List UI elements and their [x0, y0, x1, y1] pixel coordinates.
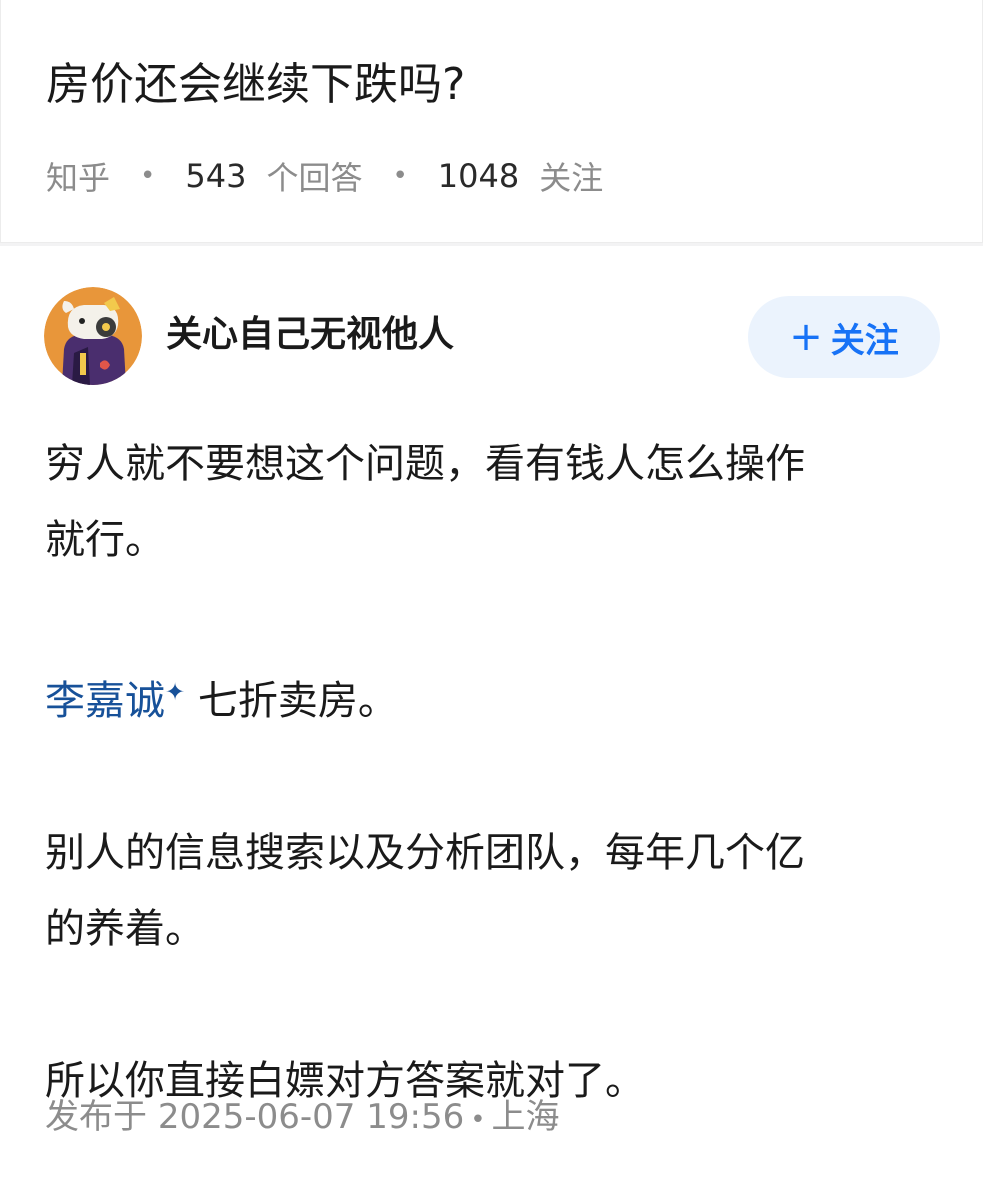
question-title[interactable]: 房价还会继续下跌吗?	[46, 55, 465, 115]
answer-line: 就行。	[45, 517, 165, 563]
answer-count: 543	[185, 157, 247, 195]
publish-time: 19:56	[366, 1097, 465, 1137]
author-avatar[interactable]	[44, 287, 142, 385]
follow-button-label: 关注	[830, 320, 899, 361]
follow-button[interactable]: + 关注	[748, 296, 940, 378]
publish-separator: •	[470, 1105, 486, 1135]
answer-text: 七折卖房。	[197, 678, 398, 724]
answer-card: 关心自己无视他人 + 关注 穷人就不要想这个问题，看有钱人怎么操作 就行。 李嘉…	[0, 246, 983, 1200]
publish-date: 2025-06-07	[157, 1097, 356, 1137]
plus-icon: +	[789, 314, 823, 360]
cartoon-dog-avatar-icon	[44, 287, 142, 385]
answer-content: 穷人就不要想这个问题，看有钱人怎么操作 就行。 李嘉诚✦ 七折卖房。 别人的信息…	[45, 426, 935, 1119]
question-meta: 知乎 • 543 个回答 • 1048 关注	[46, 152, 603, 200]
sparkle-icon: ✦	[165, 678, 186, 706]
answer-count-label: 个回答	[266, 159, 363, 197]
author-name[interactable]: 关心自己无视他人	[166, 310, 454, 360]
follow-count: 1048	[437, 157, 520, 195]
meta-separator: •	[392, 161, 408, 191]
meta-separator: •	[140, 161, 156, 191]
question-card: 房价还会继续下跌吗? 知乎 • 543 个回答 • 1048 关注	[0, 0, 983, 243]
answer-line: 穷人就不要想这个问题，看有钱人怎么操作	[45, 441, 805, 487]
answer-line: 李嘉诚✦ 七折卖房。	[45, 654, 935, 739]
follow-count-label: 关注	[539, 159, 604, 197]
publish-info: 发布于 2025-06-07 19:56 • 上海	[45, 1092, 560, 1145]
publish-location: 上海	[491, 1097, 560, 1137]
entity-link-text: 李嘉诚	[45, 678, 165, 724]
answer-line: 的养着。	[45, 906, 205, 952]
publish-prefix: 发布于	[45, 1097, 147, 1137]
answer-line: 别人的信息搜索以及分析团队，每年几个亿	[45, 830, 805, 876]
entity-link[interactable]: 李嘉诚✦	[45, 678, 198, 724]
source-label: 知乎	[46, 159, 111, 197]
